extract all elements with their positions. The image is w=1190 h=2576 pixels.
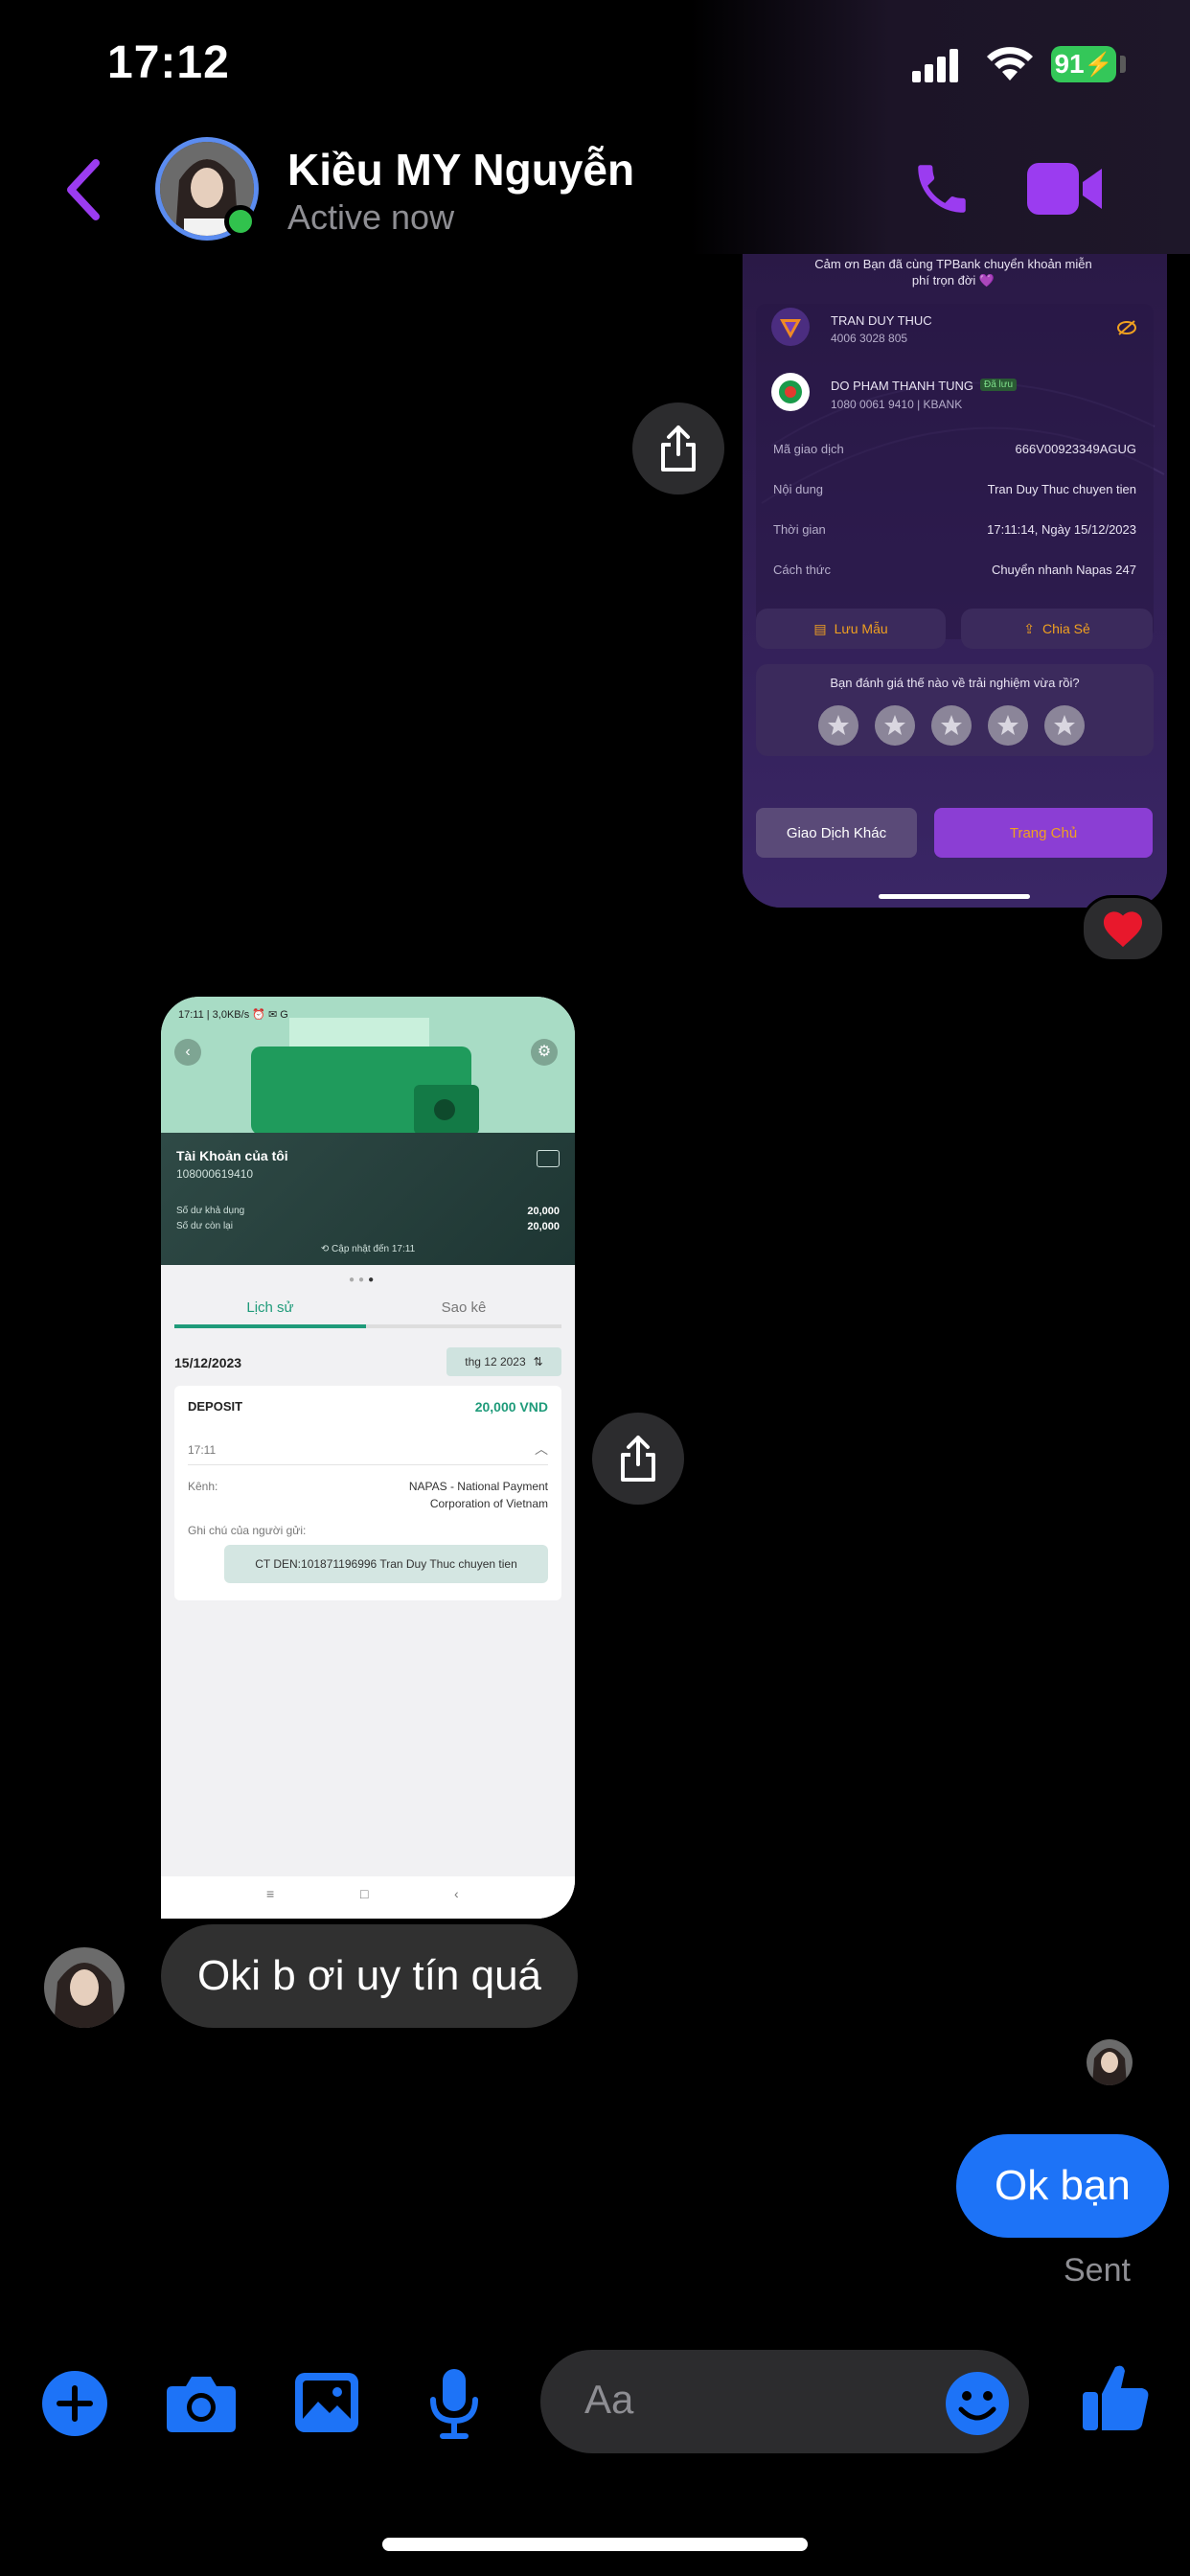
microphone-icon[interactable] <box>427 2367 481 2440</box>
page-dots: ●●● <box>349 1275 378 1285</box>
video-call-icon[interactable] <box>1027 161 1104 217</box>
tx-type: DEPOSIT <box>188 1399 243 1414</box>
receiver-name: DO PHAM THANH TUNG <box>831 379 974 393</box>
tx-time: 17:11 <box>188 1443 217 1457</box>
save-template-label: Lưu Mẫu <box>834 621 888 636</box>
battery-indicator: 91 ⚡ <box>1051 46 1116 82</box>
seen-avatar-photo <box>1087 2039 1133 2085</box>
sender-note: CT DEN:101871196996 Tran Duy Thuc chuyen… <box>224 1545 548 1583</box>
incoming-message[interactable]: Oki b ơi uy tín quá <box>161 1924 579 2028</box>
reaction-badge[interactable] <box>1081 895 1165 962</box>
signal-icon <box>912 49 958 82</box>
tpbank-receipt-image[interactable]: Cảm ơn Bạn đã cùng TPBank chuyển khoản m… <box>743 254 1167 908</box>
share-upload-icon <box>661 426 696 472</box>
bank-history-image[interactable]: 17:11 | 3,0KB/s ⏰ ✉ G ‹ ⚙ Tài Khoản của … <box>161 997 575 1919</box>
contact-name[interactable]: Kiều MY Nguyễn <box>287 144 634 196</box>
home-indicator <box>382 2538 808 2551</box>
plus-icon[interactable] <box>42 2371 107 2436</box>
time-value: 17:11:14, Ngày 15/12/2023 <box>987 522 1136 537</box>
account-number: 108000619410 <box>176 1167 254 1181</box>
back-chevron-icon[interactable] <box>63 159 102 220</box>
rating-question: Bạn đánh giá thế nào về trải nghiệm vừa … <box>830 676 1080 690</box>
sender-account: 4006 3028 805 <box>831 332 908 345</box>
sort-icon: ⇅ <box>533 1355 543 1368</box>
collapse-chevron-icon[interactable]: ︿ <box>535 1439 548 1459</box>
like-thumbs-up-icon[interactable] <box>1081 2361 1150 2434</box>
history-date: 15/12/2023 <box>174 1355 242 1370</box>
battery-tip <box>1120 56 1126 73</box>
seen-avatar <box>1087 2039 1133 2085</box>
document-icon: ▤ <box>813 620 827 636</box>
content-label: Nội dung <box>773 482 824 496</box>
update-time: ⟲ Cập nhật đến 17:11 <box>320 1244 416 1254</box>
outgoing-message[interactable]: Ok bạn <box>956 2134 1169 2238</box>
message-input-placeholder: Aa <box>584 2377 634 2422</box>
hide-eye-icon[interactable] <box>1116 319 1137 336</box>
sender-name: TRAN DUY THUC <box>831 313 932 328</box>
content-value: Tran Duy Thuc chuyen tien <box>987 482 1136 496</box>
wifi-icon <box>987 47 1033 80</box>
month-filter-label: thg 12 2023 <box>465 1355 526 1368</box>
emoji-icon[interactable] <box>945 2371 1010 2436</box>
channel-value-1: NAPAS - National Payment <box>408 1480 548 1493</box>
contact-status: Active now <box>287 197 455 237</box>
save-template-button[interactable]: ▤ Lưu Mẫu <box>756 609 946 649</box>
remaining-label: Số dư còn lại <box>176 1221 233 1231</box>
channel-value-2: Corporation of Vietnam <box>429 1497 548 1510</box>
tab-indicator <box>174 1324 366 1328</box>
heart-icon <box>1103 911 1143 948</box>
thank-you-text: Cảm ơn Bạn đã cùng TPBank chuyển khoản m… <box>814 257 1092 288</box>
time-label: Thời gian <box>773 522 826 537</box>
tx-id-label: Mã giao dịch <box>773 442 844 456</box>
tab-history[interactable]: Lịch sử <box>174 1300 366 1316</box>
sent-status: Sent <box>1064 2252 1131 2288</box>
method-label: Cách thức <box>773 563 832 577</box>
available-label: Số dư khả dụng <box>176 1206 245 1216</box>
share-receipt-button[interactable]: ⇪ Chia Sẻ <box>961 609 1153 649</box>
forward-button-2[interactable] <box>592 1413 684 1505</box>
sender-avatar[interactable] <box>44 1947 125 2028</box>
forward-button-1[interactable] <box>632 402 724 494</box>
wallet-icon[interactable] <box>537 1150 560 1167</box>
account-title: Tài Khoản của tôi <box>176 1148 288 1163</box>
note-label: Ghi chú của người gửi: <box>188 1524 307 1537</box>
tx-id-value: 666V00923349AGUG <box>1015 442 1136 456</box>
saved-badge: Đã lưu <box>980 379 1018 391</box>
tx-amount: 20,000 VND <box>474 1399 548 1414</box>
receiver-account: 1080 0061 9410 | KBANK <box>831 398 963 411</box>
rating-stars[interactable] <box>817 704 1095 747</box>
shot1-home-indicator <box>879 894 1030 899</box>
status-time: 17:12 <box>107 37 230 88</box>
android-back-icon[interactable]: ‹ <box>454 1886 459 1901</box>
bank2-back-icon[interactable]: ‹ <box>174 1039 201 1066</box>
android-home-icon[interactable]: □ <box>360 1886 368 1901</box>
wallet-illustration <box>251 1018 479 1133</box>
android-menu-icon[interactable]: ≡ <box>266 1886 274 1901</box>
other-transaction-button[interactable]: Giao Dịch Khác <box>756 808 917 858</box>
method-value: Chuyển nhanh Napas 247 <box>991 563 1136 577</box>
camera-icon[interactable] <box>165 2373 238 2434</box>
share-receipt-label: Chia Sẻ <box>1041 621 1090 636</box>
available-value: 20,000 <box>527 1206 560 1217</box>
kbank-logo-icon <box>771 373 810 411</box>
tpbank-logo-icon <box>771 308 810 346</box>
divider <box>188 1464 548 1465</box>
bank2-settings-icon[interactable]: ⚙ <box>531 1039 558 1066</box>
month-filter[interactable]: thg 12 2023 ⇅ <box>446 1347 561 1376</box>
sender-avatar-photo <box>44 1947 125 2028</box>
gallery-icon[interactable] <box>293 2371 360 2434</box>
share-upload-icon <box>621 1436 655 1482</box>
home-button[interactable]: Trang Chủ <box>934 808 1153 858</box>
receipt-card <box>756 304 1154 639</box>
share-icon: ⇪ <box>1023 620 1035 636</box>
channel-label: Kênh: <box>188 1480 218 1493</box>
tab-statement[interactable]: Sao kê <box>366 1300 561 1316</box>
phone-call-icon[interactable] <box>910 157 973 220</box>
online-indicator <box>224 205 257 238</box>
remaining-value: 20,000 <box>527 1221 560 1232</box>
